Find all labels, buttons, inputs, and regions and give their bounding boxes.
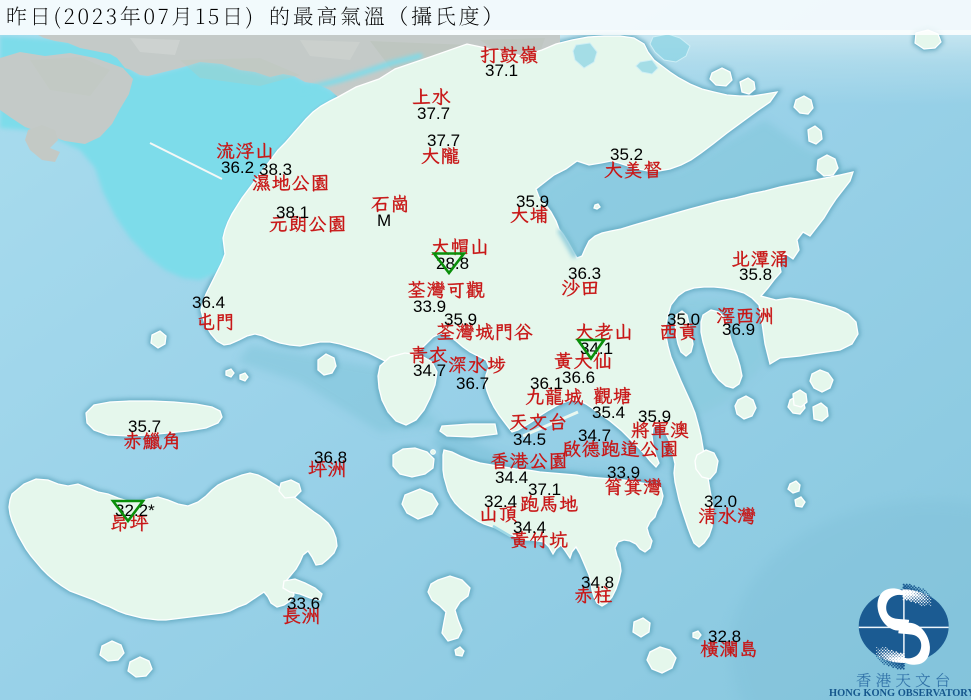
svg-text:34.7: 34.7 xyxy=(578,426,611,445)
svg-text:35.0: 35.0 xyxy=(667,310,700,329)
svg-text:35.9: 35.9 xyxy=(444,310,477,329)
svg-text:33.9: 33.9 xyxy=(413,297,446,316)
svg-text:34.7: 34.7 xyxy=(413,361,446,380)
svg-text:34.8: 34.8 xyxy=(581,573,614,592)
svg-text:36.8: 36.8 xyxy=(314,448,347,467)
svg-text:34.5: 34.5 xyxy=(513,430,546,449)
svg-text:34.4: 34.4 xyxy=(495,468,528,487)
svg-text:36.3: 36.3 xyxy=(568,264,601,283)
svg-text:38.1: 38.1 xyxy=(276,203,309,222)
svg-text:32.0: 32.0 xyxy=(704,492,737,511)
svg-text:36.7: 36.7 xyxy=(456,374,489,393)
svg-text:HONG KONG OBSERVATORY: HONG KONG OBSERVATORY xyxy=(829,688,971,699)
svg-text:36.6: 36.6 xyxy=(562,368,595,387)
svg-text:34.4: 34.4 xyxy=(513,518,546,537)
svg-text:36.4: 36.4 xyxy=(192,293,225,312)
svg-text:32.4: 32.4 xyxy=(484,492,517,511)
svg-text:33.6: 33.6 xyxy=(287,594,320,613)
svg-text:38.3: 38.3 xyxy=(259,160,292,179)
svg-text:37.1: 37.1 xyxy=(485,61,518,80)
svg-text:35.2: 35.2 xyxy=(610,145,643,164)
svg-text:36.1: 36.1 xyxy=(530,374,563,393)
svg-text:37.7: 37.7 xyxy=(427,131,460,150)
svg-text:33.9: 33.9 xyxy=(607,463,640,482)
svg-text:35.8: 35.8 xyxy=(739,265,772,284)
svg-text:35.7: 35.7 xyxy=(128,417,161,436)
svg-text:36.2: 36.2 xyxy=(221,158,254,177)
svg-text:36.9: 36.9 xyxy=(722,320,755,339)
svg-text:35.9: 35.9 xyxy=(516,192,549,211)
svg-text:37.7: 37.7 xyxy=(417,104,450,123)
svg-text:M: M xyxy=(377,211,391,230)
svg-text:32.8: 32.8 xyxy=(708,627,741,646)
svg-text:35.4: 35.4 xyxy=(592,403,625,422)
svg-text:35.9: 35.9 xyxy=(638,407,671,426)
svg-text:37.1: 37.1 xyxy=(528,480,561,499)
